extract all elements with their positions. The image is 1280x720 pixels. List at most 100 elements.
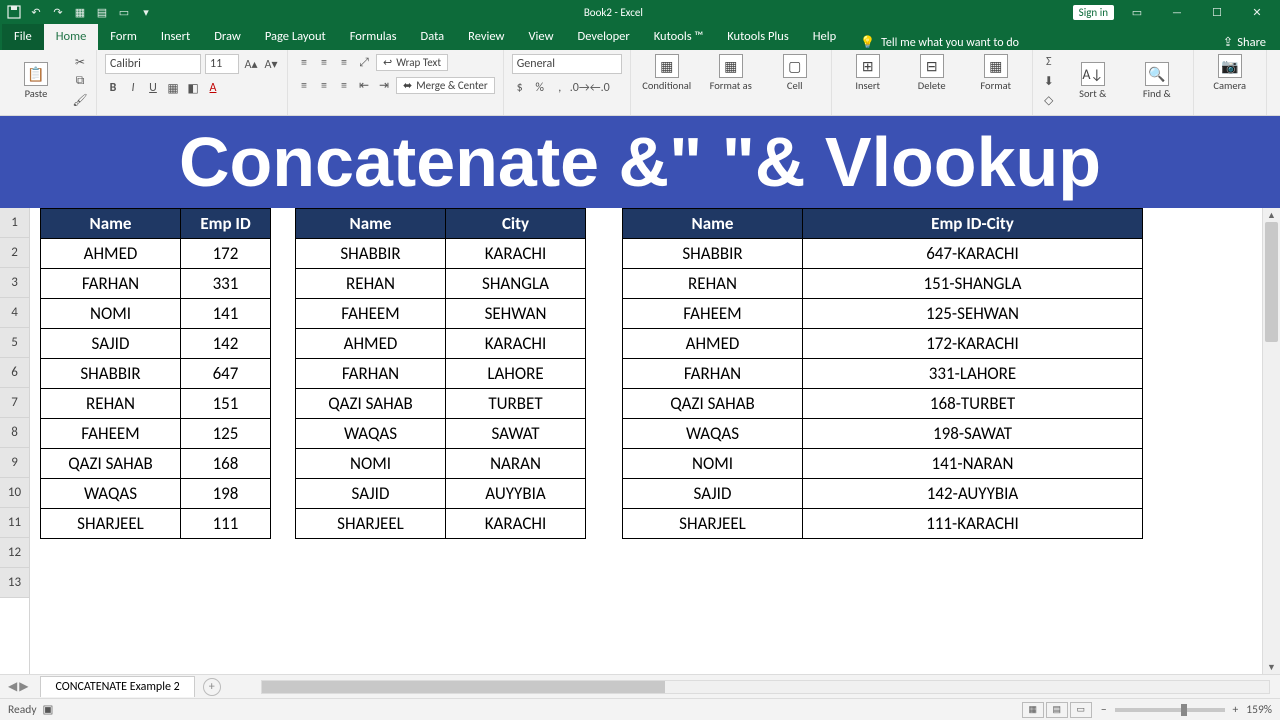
cell[interactable]: 647 <box>181 359 271 389</box>
tab-view[interactable]: View <box>516 24 565 50</box>
cell[interactable]: REHAN <box>623 269 803 299</box>
cell[interactable]: 141-NARAN <box>803 449 1143 479</box>
conditional-formatting-button[interactable]: ▦Conditional <box>639 54 695 91</box>
column-header[interactable]: Emp ID <box>181 209 271 239</box>
cell[interactable]: AHMED <box>296 329 446 359</box>
number-format-combo[interactable]: General <box>512 54 622 74</box>
cell[interactable]: WAQAS <box>296 419 446 449</box>
sheet-nav[interactable]: ◀▶ <box>0 679 36 694</box>
cell[interactable]: QAZI SAHAB <box>623 389 803 419</box>
column-header[interactable]: Name <box>623 209 803 239</box>
scroll-up-icon[interactable]: ▲ <box>1263 208 1280 222</box>
tab-formulas[interactable]: Formulas <box>338 24 409 50</box>
cell[interactable]: AUYYBIA <box>446 479 586 509</box>
redo-icon[interactable]: ↷ <box>50 4 66 20</box>
cell[interactable]: 151 <box>181 389 271 419</box>
tab-home[interactable]: Home <box>44 24 99 50</box>
cell[interactable]: NARAN <box>446 449 586 479</box>
sign-in-button[interactable]: Sign in <box>1073 5 1114 20</box>
cell[interactable]: AHMED <box>41 239 181 269</box>
minimize-icon[interactable]: — <box>1160 0 1194 24</box>
row-header[interactable]: 12 <box>0 538 29 568</box>
paste-button[interactable]: 📋 Paste <box>8 54 64 108</box>
italic-icon[interactable]: I <box>125 80 141 96</box>
align-bottom-icon[interactable]: ≡ <box>336 55 352 71</box>
cell[interactable]: FAHEEM <box>623 299 803 329</box>
row-header[interactable]: 13 <box>0 568 29 598</box>
align-right-icon[interactable]: ≡ <box>336 78 352 94</box>
tab-form[interactable]: Form <box>98 24 149 50</box>
row-header[interactable]: 8 <box>0 418 29 448</box>
cell[interactable]: QAZI SAHAB <box>296 389 446 419</box>
zoom-out-button[interactable]: − <box>1101 703 1107 717</box>
camera-button[interactable]: 📷Camera <box>1202 54 1258 91</box>
underline-icon[interactable]: U <box>145 80 161 96</box>
cell[interactable]: 198 <box>181 479 271 509</box>
cell[interactable]: FARHAN <box>623 359 803 389</box>
zoom-slider[interactable] <box>1115 708 1225 712</box>
percent-icon[interactable]: % <box>532 80 548 96</box>
cell[interactable]: SHANGLA <box>446 269 586 299</box>
wrap-text-button[interactable]: ↩Wrap Text <box>376 54 448 71</box>
sheet-tab[interactable]: CONCATENATE Example 2 <box>40 676 194 697</box>
cell[interactable]: SAWAT <box>446 419 586 449</box>
cell[interactable]: 125 <box>181 419 271 449</box>
align-middle-icon[interactable]: ≡ <box>316 55 332 71</box>
font-name-combo[interactable]: Calibri <box>105 54 201 74</box>
save-icon[interactable] <box>6 4 22 20</box>
qat-icon[interactable]: ▤ <box>94 4 110 20</box>
tab-file[interactable]: File <box>2 24 44 50</box>
font-size-combo[interactable]: 11 <box>205 54 239 74</box>
cut-icon[interactable]: ✂ <box>72 54 88 70</box>
zoom-in-button[interactable]: + <box>1233 703 1239 717</box>
align-top-icon[interactable]: ≡ <box>296 55 312 71</box>
maximize-icon[interactable]: ☐ <box>1200 0 1234 24</box>
fill-icon[interactable]: ⬇ <box>1041 73 1057 89</box>
cell[interactable]: 198-SAWAT <box>803 419 1143 449</box>
row-header[interactable]: 9 <box>0 448 29 478</box>
new-sheet-button[interactable]: + <box>203 678 221 696</box>
share-button[interactable]: ⇪ Share <box>1209 34 1280 50</box>
normal-view-button[interactable]: ▦ <box>1022 702 1044 718</box>
cell[interactable]: SHARJEEL <box>296 509 446 539</box>
grid[interactable]: NameEmp IDAHMED172FARHAN331NOMI141SAJID1… <box>30 208 1262 674</box>
row-header[interactable]: 4 <box>0 298 29 328</box>
tab-draw[interactable]: Draw <box>202 24 253 50</box>
scroll-down-icon[interactable]: ▼ <box>1263 660 1280 674</box>
cell[interactable]: 331 <box>181 269 271 299</box>
prev-sheet-icon[interactable]: ◀ <box>8 679 17 694</box>
vertical-scrollbar[interactable]: ▲ ▼ <box>1262 208 1280 674</box>
fill-color-icon[interactable]: ◧ <box>185 80 201 96</box>
cell[interactable]: WAQAS <box>41 479 181 509</box>
insert-cells-button[interactable]: ⊞Insert <box>840 54 896 91</box>
tab-review[interactable]: Review <box>456 24 516 50</box>
cell[interactable]: KARACHI <box>446 509 586 539</box>
row-header[interactable]: 5 <box>0 328 29 358</box>
cell[interactable]: 151-SHANGLA <box>803 269 1143 299</box>
cell[interactable]: KARACHI <box>446 329 586 359</box>
next-sheet-icon[interactable]: ▶ <box>19 679 28 694</box>
cell[interactable]: AHMED <box>623 329 803 359</box>
cell[interactable]: 142 <box>181 329 271 359</box>
cell[interactable]: FARHAN <box>296 359 446 389</box>
cell[interactable]: NOMI <box>623 449 803 479</box>
row-header[interactable]: 7 <box>0 388 29 418</box>
comma-icon[interactable]: , <box>552 80 568 96</box>
cell[interactable]: 172-KARACHI <box>803 329 1143 359</box>
cell[interactable]: QAZI SAHAB <box>41 449 181 479</box>
cell[interactable]: 111 <box>181 509 271 539</box>
cell[interactable]: SHABBIR <box>623 239 803 269</box>
tab-help[interactable]: Help <box>801 24 848 50</box>
qat-icon[interactable]: ▭ <box>116 4 132 20</box>
tab-developer[interactable]: Developer <box>566 24 642 50</box>
scroll-thumb[interactable] <box>262 681 665 693</box>
copy-icon[interactable]: ⧉ <box>72 73 88 89</box>
cell[interactable]: SAJID <box>623 479 803 509</box>
find-select-button[interactable]: 🔍Find & <box>1129 54 1185 108</box>
row-header[interactable]: 1 <box>0 208 29 238</box>
cell-styles-button[interactable]: ▢Cell <box>767 54 823 91</box>
currency-icon[interactable]: $ <box>512 80 528 96</box>
format-cells-button[interactable]: ▦Format <box>968 54 1024 91</box>
cell[interactable]: 141 <box>181 299 271 329</box>
horizontal-scrollbar[interactable] <box>261 680 1270 694</box>
